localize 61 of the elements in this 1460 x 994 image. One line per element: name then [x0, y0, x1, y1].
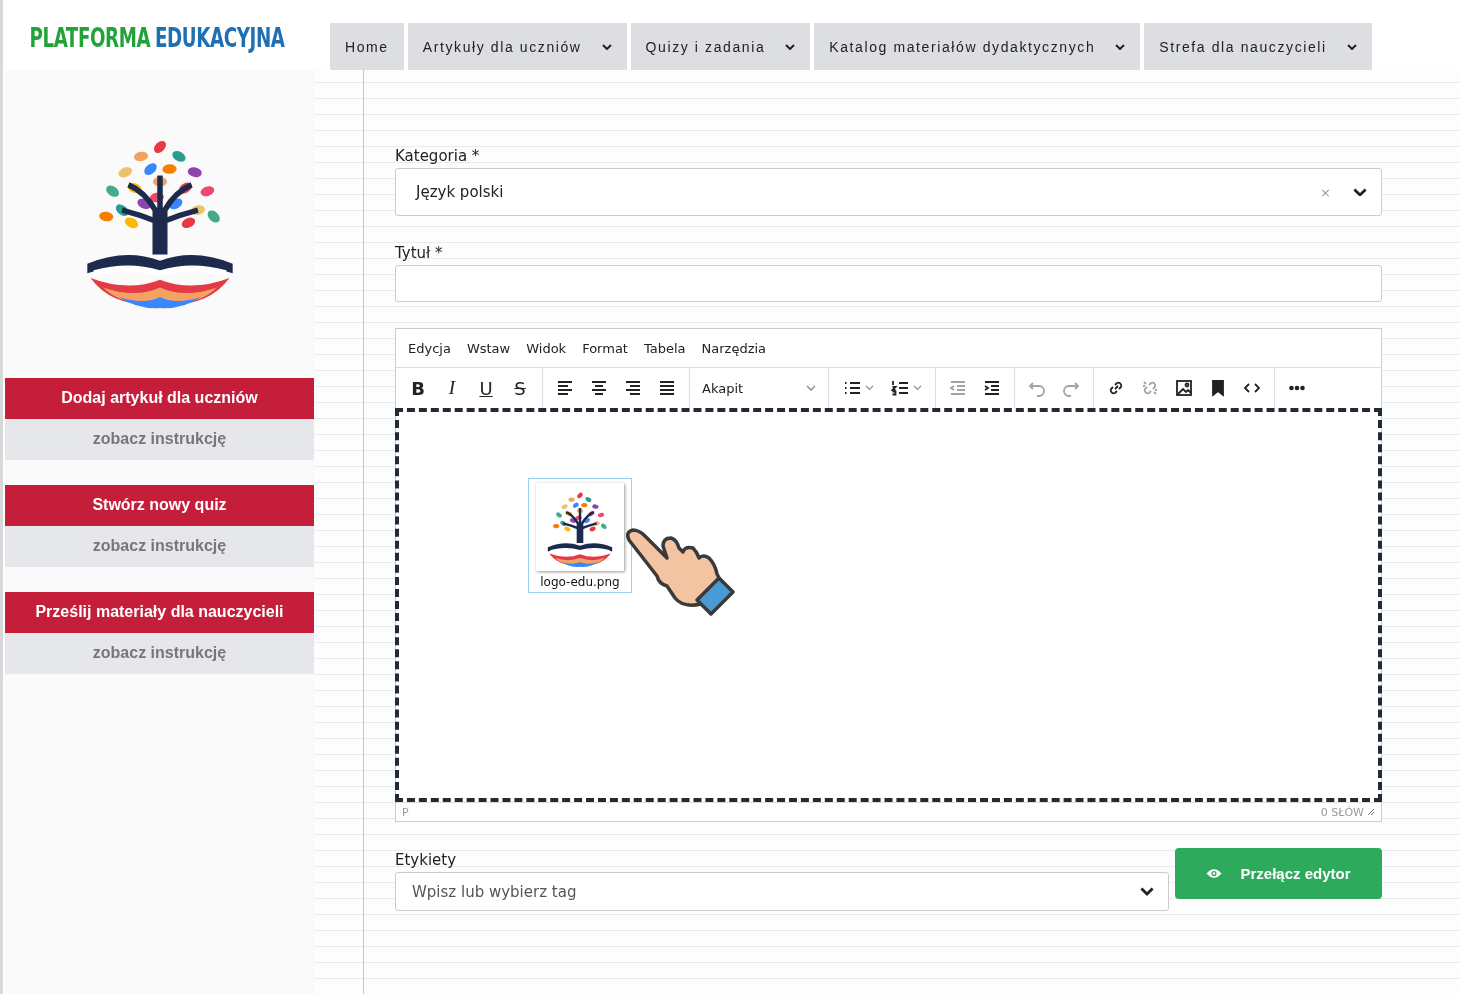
nav-menu-item[interactable]: Strefa dla nauczycieli: [1144, 23, 1372, 70]
italic-button[interactable]: I: [436, 372, 468, 404]
chevron-down-icon: [1115, 43, 1126, 50]
chevron-down-icon: [864, 385, 874, 391]
logo-text: EDUKACYJNA: [154, 23, 285, 53]
field-label: Tytuł *: [395, 244, 444, 262]
category-select[interactable]: Język polski ×: [395, 168, 1382, 216]
instruction-link[interactable]: zobacz instrukcję: [5, 525, 314, 567]
editor-menu-item[interactable]: Edycja: [400, 340, 459, 356]
nav-menu-item[interactable]: Katalog materiałów dydaktycznych: [814, 23, 1141, 70]
chevron-down-icon: [806, 385, 816, 391]
action-button[interactable]: Prześlij materiały dla nauczycieli: [5, 591, 314, 633]
chevron-down-icon: [1140, 887, 1154, 896]
justify-icon: [658, 379, 676, 397]
bold-button[interactable]: B: [402, 372, 434, 404]
align-left-icon: [556, 379, 574, 397]
chevron-down-icon: [912, 385, 922, 391]
instruction-link[interactable]: zobacz instrukcję: [5, 418, 314, 460]
field-label: Kategoria *: [395, 147, 481, 165]
editor-menu-item[interactable]: Narzędzia: [693, 340, 775, 356]
instruction-link[interactable]: zobacz instrukcję: [5, 632, 314, 674]
bullet-list-icon: [842, 379, 861, 397]
chevron-down-icon: [1353, 187, 1367, 197]
field-label: Etykiety: [395, 851, 458, 869]
action-button[interactable]: Dodaj artykuł dla uczniów: [5, 377, 314, 419]
align-center-icon: [590, 379, 608, 397]
editor-menu-item[interactable]: Widok: [518, 340, 575, 356]
redo-icon: [1062, 379, 1080, 397]
tags-select[interactable]: Wpisz lub wybierz tag: [395, 872, 1169, 911]
eye-icon: [1206, 868, 1223, 879]
editor-menu-item[interactable]: Tabela: [635, 340, 694, 356]
chevron-down-icon: [601, 43, 612, 50]
element-path: P: [402, 805, 409, 819]
file-name: logo-edu.png: [540, 575, 620, 589]
numbered-list-icon: [890, 379, 909, 397]
resize-handle-icon[interactable]: [1367, 808, 1375, 816]
align-right-icon: [624, 379, 642, 397]
dragged-file[interactable]: logo-edu.png: [528, 478, 632, 593]
chevron-down-icon: [785, 43, 796, 50]
unlink-icon: [1141, 379, 1159, 397]
editor-drop-area[interactable]: logo-edu.png: [395, 408, 1382, 802]
nav-menu-item[interactable]: Home: [330, 23, 404, 70]
nav-menu-item[interactable]: Artykuły dla uczniów: [407, 23, 627, 70]
nav-menu-item[interactable]: Quizy i zadania: [630, 23, 811, 70]
indent-icon: [983, 379, 1001, 397]
chevron-down-icon: [1346, 43, 1357, 50]
editor-menu-item[interactable]: Format: [574, 340, 636, 356]
link-icon: [1107, 379, 1125, 397]
bookmark-icon: [1209, 379, 1227, 397]
logo-text: PLATFORMA: [29, 23, 151, 53]
undo-icon: [1028, 379, 1046, 397]
title-input[interactable]: [395, 265, 1382, 302]
strikethrough-button[interactable]: S: [504, 372, 536, 404]
block-format-dropdown[interactable]: Akapit: [696, 372, 822, 404]
placeholder-text: Wpisz lub wybierz tag: [412, 882, 578, 901]
image-icon: [1175, 379, 1193, 397]
outdent-icon: [949, 379, 967, 397]
editor-menu-item[interactable]: Wstaw: [458, 340, 519, 356]
underline-button[interactable]: U: [470, 372, 502, 404]
word-count: 0 SŁÓW: [1320, 805, 1364, 819]
action-button[interactable]: Stwórz nowy quiz: [5, 484, 314, 526]
